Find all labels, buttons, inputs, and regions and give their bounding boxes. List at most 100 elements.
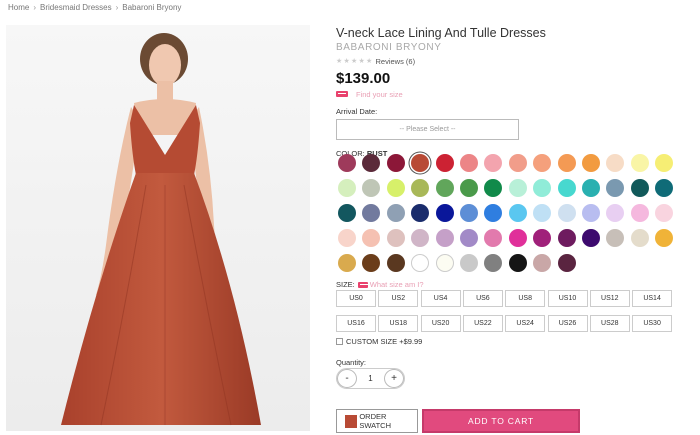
color-swatch[interactable] xyxy=(606,229,625,247)
reviews-link[interactable]: Reviews (6) xyxy=(376,57,416,66)
color-swatch[interactable] xyxy=(582,204,600,222)
color-swatch[interactable] xyxy=(533,204,552,222)
color-swatch[interactable] xyxy=(338,229,356,247)
color-swatch[interactable] xyxy=(411,229,430,247)
color-swatch[interactable] xyxy=(460,229,478,247)
color-swatch[interactable] xyxy=(533,229,552,247)
find-your-size-link[interactable]: Find your size xyxy=(356,90,403,99)
size-option-button[interactable]: US0 xyxy=(336,290,376,307)
custom-size-row[interactable]: CUSTOM SIZE +$9.99 xyxy=(336,337,422,346)
size-option-button[interactable]: US12 xyxy=(589,290,630,307)
color-swatch[interactable] xyxy=(582,229,600,247)
quantity-increase-button[interactable]: + xyxy=(383,369,404,388)
color-swatch[interactable] xyxy=(460,154,478,172)
product-image[interactable] xyxy=(6,25,310,431)
color-swatch[interactable] xyxy=(484,154,503,172)
color-swatch[interactable] xyxy=(386,179,405,197)
quantity-value[interactable]: 1 xyxy=(368,374,372,383)
color-swatch[interactable] xyxy=(484,204,503,222)
color-swatch[interactable] xyxy=(557,179,576,197)
color-swatch[interactable] xyxy=(508,179,527,197)
color-swatch[interactable] xyxy=(630,229,649,247)
size-option-button[interactable]: US6 xyxy=(462,290,503,307)
color-swatch[interactable] xyxy=(557,254,576,272)
what-size-link[interactable]: What size am I? xyxy=(370,280,424,289)
size-option-button[interactable]: US18 xyxy=(378,315,419,332)
color-swatch[interactable] xyxy=(655,179,674,197)
size-option-button[interactable]: US8 xyxy=(505,290,546,307)
size-option-button[interactable]: US26 xyxy=(547,315,588,332)
color-swatch[interactable] xyxy=(362,254,381,272)
color-swatch[interactable] xyxy=(411,154,430,172)
color-swatch[interactable] xyxy=(386,204,405,222)
add-to-cart-button[interactable]: ADD TO CART xyxy=(422,409,580,433)
color-swatch[interactable] xyxy=(435,154,454,172)
color-swatch[interactable] xyxy=(362,154,381,172)
quantity-decrease-button[interactable]: - xyxy=(337,369,357,388)
color-swatch[interactable] xyxy=(533,154,552,172)
color-swatch[interactable] xyxy=(533,179,552,197)
color-swatch[interactable] xyxy=(655,229,674,247)
size-option-button[interactable]: US14 xyxy=(632,290,673,307)
color-swatch[interactable] xyxy=(630,154,649,172)
size-option-button[interactable]: US4 xyxy=(420,290,461,307)
size-option-button[interactable]: US28 xyxy=(589,315,630,332)
color-swatch[interactable] xyxy=(582,154,600,172)
color-swatch[interactable] xyxy=(508,204,527,222)
color-swatch[interactable] xyxy=(338,204,356,222)
color-swatch[interactable] xyxy=(655,154,674,172)
breadcrumb-bridesmaid-dresses[interactable]: Bridesmaid Dresses xyxy=(40,3,112,12)
size-option-button[interactable]: US10 xyxy=(547,290,588,307)
color-swatch[interactable] xyxy=(484,229,503,247)
size-option-button[interactable]: US30 xyxy=(632,315,673,332)
color-swatch[interactable] xyxy=(557,229,576,247)
breadcrumb-home[interactable]: Home xyxy=(8,3,29,12)
arrival-date-select[interactable]: -- Please Select -- xyxy=(336,119,519,140)
color-swatch[interactable] xyxy=(606,154,625,172)
color-swatch[interactable] xyxy=(606,179,625,197)
color-swatch[interactable] xyxy=(362,204,381,222)
product-brand[interactable]: BABARONI BRYONY xyxy=(336,42,676,54)
size-option-button[interactable]: US16 xyxy=(336,315,376,332)
find-size-row: Find your size xyxy=(336,89,676,99)
color-swatch[interactable] xyxy=(338,179,356,197)
size-option-button[interactable]: US24 xyxy=(505,315,546,332)
color-swatch[interactable] xyxy=(386,229,405,247)
size-label: SIZE: xyxy=(336,280,355,289)
custom-size-checkbox[interactable] xyxy=(336,338,343,345)
size-option-button[interactable]: US2 xyxy=(378,290,419,307)
color-swatch[interactable] xyxy=(533,254,552,272)
color-swatch[interactable] xyxy=(411,254,430,272)
color-swatch[interactable] xyxy=(630,179,649,197)
color-swatch[interactable] xyxy=(362,229,381,247)
color-swatch[interactable] xyxy=(460,179,478,197)
color-swatch[interactable] xyxy=(435,179,454,197)
color-swatch[interactable] xyxy=(386,254,405,272)
color-swatch[interactable] xyxy=(435,204,454,222)
color-swatch[interactable] xyxy=(606,204,625,222)
color-swatch[interactable] xyxy=(508,154,527,172)
color-swatch[interactable] xyxy=(655,204,674,222)
color-swatch[interactable] xyxy=(411,204,430,222)
size-option-button[interactable]: US22 xyxy=(462,315,503,332)
color-swatch[interactable] xyxy=(484,179,503,197)
size-option-button[interactable]: US20 xyxy=(420,315,461,332)
color-swatch[interactable] xyxy=(435,254,454,272)
star-icon: ★ xyxy=(366,57,373,65)
color-swatch[interactable] xyxy=(508,254,527,272)
color-swatch[interactable] xyxy=(362,179,381,197)
color-swatch[interactable] xyxy=(460,204,478,222)
color-swatch[interactable] xyxy=(411,179,430,197)
order-swatch-button[interactable]: ORDER SWATCH xyxy=(336,409,418,433)
color-swatch[interactable] xyxy=(338,154,356,172)
color-swatch[interactable] xyxy=(508,229,527,247)
color-swatch[interactable] xyxy=(557,204,576,222)
color-swatch[interactable] xyxy=(557,154,576,172)
color-swatch[interactable] xyxy=(582,179,600,197)
color-swatch[interactable] xyxy=(338,254,356,272)
color-swatch[interactable] xyxy=(630,204,649,222)
color-swatch[interactable] xyxy=(386,154,405,172)
color-swatch[interactable] xyxy=(484,254,503,272)
color-swatch[interactable] xyxy=(435,229,454,247)
color-swatch[interactable] xyxy=(460,254,478,272)
